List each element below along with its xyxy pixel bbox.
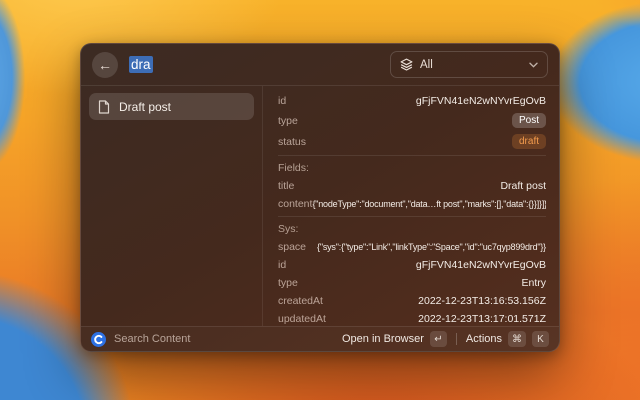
- results-list: Draft post: [81, 86, 263, 326]
- contentful-logo-icon: [91, 332, 106, 347]
- extension-info: Search Content: [91, 332, 190, 347]
- status-badge: draft: [512, 134, 546, 149]
- footer-actions: Open in Browser ↵ Actions ⌘ K: [342, 331, 549, 347]
- cmd-key-hint: ⌘: [508, 331, 526, 347]
- open-in-browser-button[interactable]: Open in Browser: [342, 333, 424, 345]
- raycast-window: ← dra All Draft post: [80, 43, 560, 352]
- section-header-sys: Sys:: [278, 220, 546, 238]
- filter-dropdown[interactable]: All: [390, 51, 548, 78]
- footer-divider: [456, 333, 457, 345]
- actions-button[interactable]: Actions: [466, 333, 502, 345]
- section-divider: [278, 216, 546, 217]
- detail-row: space {"sys":{"type":"Link","linkType":"…: [278, 238, 546, 256]
- detail-row: title Draft post: [278, 177, 546, 195]
- enter-key-hint: ↵: [430, 331, 447, 347]
- window-body: Draft post id gFjFVN41eN2wNYvrEgOvB type…: [81, 86, 559, 326]
- detail-panel[interactable]: id gFjFVN41eN2wNYvrEgOvB type Post statu…: [263, 86, 559, 326]
- detail-row: content {"nodeType":"document","data…ft …: [278, 195, 546, 213]
- filter-dropdown-label: All: [420, 59, 433, 71]
- detail-row: id gFjFVN41eN2wNYvrEgOvB: [278, 256, 546, 274]
- list-item-draft-post[interactable]: Draft post: [89, 93, 254, 120]
- content-types-icon: [400, 58, 413, 71]
- detail-row: type Post: [278, 110, 546, 131]
- detail-row: createdAt 2022-12-23T13:16:53.156Z: [278, 292, 546, 310]
- detail-row: type Entry: [278, 274, 546, 292]
- extension-name: Search Content: [114, 333, 190, 345]
- back-arrow-icon: ←: [98, 52, 112, 78]
- detail-row: updatedAt 2022-12-23T13:17:01.571Z: [278, 310, 546, 326]
- section-header-fields: Fields:: [278, 159, 546, 177]
- section-divider: [278, 155, 546, 156]
- search-text-selected: dra: [129, 56, 153, 73]
- k-key-hint: K: [532, 331, 549, 347]
- search-input[interactable]: dra: [129, 57, 390, 72]
- detail-row: id gFjFVN41eN2wNYvrEgOvB: [278, 92, 546, 110]
- action-bar: Search Content Open in Browser ↵ Actions…: [81, 326, 559, 351]
- type-badge: Post: [512, 113, 546, 128]
- detail-row: status draft: [278, 131, 546, 152]
- back-button[interactable]: ←: [92, 52, 118, 78]
- document-icon: [98, 100, 110, 114]
- list-item-label: Draft post: [119, 100, 171, 114]
- chevron-down-icon: [529, 62, 538, 68]
- search-bar: ← dra All: [81, 44, 559, 86]
